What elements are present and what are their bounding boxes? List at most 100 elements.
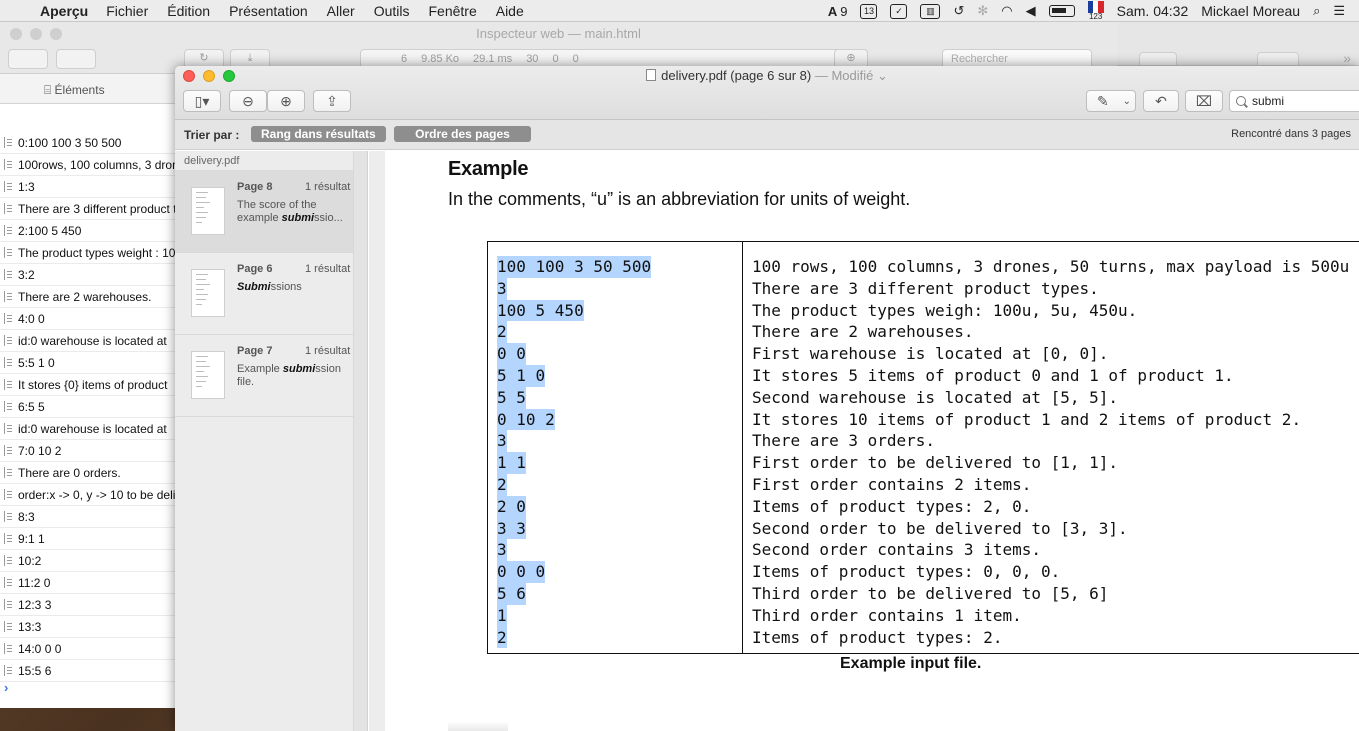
console-line[interactable]: 0:100 100 3 50 500: [0, 132, 180, 154]
menu-aide[interactable]: Aide: [496, 3, 524, 19]
volume-icon[interactable]: ◀: [1026, 3, 1036, 19]
dock-bottom-button[interactable]: [56, 49, 96, 69]
page-thumbnail[interactable]: [191, 351, 225, 399]
inspector-tag-button[interactable]: [1139, 52, 1177, 66]
console-line[interactable]: 11:2 0: [0, 572, 180, 594]
tasks-check-icon[interactable]: ✓: [890, 3, 908, 19]
sort-by-rank-button[interactable]: Rang dans résultats: [251, 126, 386, 142]
notification-center-icon[interactable]: ☰: [1333, 3, 1345, 19]
selected-input-text[interactable]: 2 0: [497, 495, 526, 518]
wifi-icon[interactable]: ◠: [1001, 3, 1012, 19]
zoom-in-button[interactable]: ⊕: [267, 90, 305, 112]
selected-input-text[interactable]: 2: [497, 626, 507, 649]
rotate-button[interactable]: ↶: [1143, 90, 1179, 112]
selected-input-text[interactable]: 5 5: [497, 386, 526, 409]
console-line[interactable]: There are 2 warehouses.: [0, 286, 180, 308]
selected-input-text[interactable]: 0 0 0: [497, 561, 546, 583]
search-result-item[interactable]: Page 7 1 résultat Example submission file.: [175, 335, 353, 417]
console-line[interactable]: 9:1 1: [0, 528, 180, 550]
console-line[interactable]: order:x -> 0, y -> 10 to be delivered: [0, 484, 180, 506]
selected-input-text[interactable]: 1: [497, 604, 507, 627]
menu-app-name[interactable]: Aperçu: [40, 3, 88, 19]
selected-input-text[interactable]: 2: [497, 321, 507, 344]
adobe-status[interactable]: A9: [828, 4, 848, 19]
console-line[interactable]: 13:3: [0, 616, 180, 638]
modified-status[interactable]: — Modifié: [815, 68, 874, 83]
comment-line: Second order contains 3 items.: [752, 540, 1041, 560]
dock-side-button[interactable]: [8, 49, 48, 69]
spotlight-search-icon[interactable]: ⌕: [1313, 3, 1320, 19]
selected-input-text[interactable]: 3: [497, 277, 507, 300]
adobe-icon: A: [827, 3, 838, 19]
menu-fenetre[interactable]: Fenêtre: [428, 3, 476, 19]
console-line[interactable]: It stores {0} items of product: [0, 374, 180, 396]
selected-input-text[interactable]: 0 10 2: [497, 408, 555, 431]
page-thumbnail[interactable]: [191, 187, 225, 235]
chevron-down-icon[interactable]: ⌄: [873, 68, 888, 83]
log-entry-icon: [4, 423, 14, 434]
inspector-close-button[interactable]: [10, 28, 22, 40]
tab-elements[interactable]: ⌸ Éléments: [44, 83, 105, 98]
selected-input-text[interactable]: 100 100 3 50 500: [497, 256, 652, 278]
battery-icon[interactable]: [1048, 5, 1075, 17]
search-result-item[interactable]: Page 8 1 résultat The score of the example…: [175, 171, 367, 253]
console-line[interactable]: 10:2: [0, 550, 180, 572]
selected-input-text[interactable]: 2: [497, 473, 507, 496]
page-thumbnail[interactable]: [191, 269, 225, 317]
markup-chevron-icon[interactable]: ⌄: [1123, 96, 1131, 107]
menu-edition[interactable]: Édition: [167, 3, 210, 19]
share-button[interactable]: ⇪: [313, 90, 351, 112]
console-line[interactable]: 15:5 6: [0, 660, 180, 682]
menu-aller[interactable]: Aller: [327, 3, 355, 19]
console-line[interactable]: 5:5 1 0: [0, 352, 180, 374]
bluetooth-icon[interactable]: ✻: [977, 3, 988, 19]
console-line[interactable]: 8:3: [0, 506, 180, 528]
sidebar-toggle-button[interactable]: ▯▾: [183, 90, 221, 112]
console-line[interactable]: There are 0 orders.: [0, 462, 180, 484]
console-line[interactable]: 7:0 10 2: [0, 440, 180, 462]
sort-by-page-button[interactable]: Ordre des pages: [394, 126, 531, 142]
console-line-text: 6:5 5: [18, 399, 45, 414]
console-line[interactable]: 1:3: [0, 176, 180, 198]
console-line[interactable]: 2:100 5 450: [0, 220, 180, 242]
inspector-minimize-button[interactable]: [30, 28, 42, 40]
user-name[interactable]: Mickael Moreau: [1201, 3, 1300, 19]
clock[interactable]: Sam. 04:32: [1117, 3, 1189, 19]
chevron-right-icon[interactable]: »: [1343, 50, 1351, 66]
zoom-out-button[interactable]: ⊖: [229, 90, 267, 112]
console-line[interactable]: 14:0 0 0: [0, 638, 180, 660]
console-line[interactable]: 100rows, 100 columns, 3 drones: [0, 154, 180, 176]
console-line[interactable]: There are 3 different product types: [0, 198, 180, 220]
menu-outils[interactable]: Outils: [374, 3, 410, 19]
time-machine-icon[interactable]: ↺: [953, 3, 964, 19]
pdf-search-field[interactable]: submi: [1229, 90, 1359, 112]
selected-input-text[interactable]: 100 5 450: [497, 299, 584, 322]
selected-input-text[interactable]: 5 1 0: [497, 364, 546, 387]
inspector-eye-button[interactable]: [1257, 52, 1299, 66]
selected-input-text[interactable]: 0 0: [497, 343, 526, 365]
memory-icon[interactable]: ▥: [920, 3, 941, 19]
console-line[interactable]: 3:2: [0, 264, 180, 286]
console-line[interactable]: The product types weight : 100, 5, 450: [0, 242, 180, 264]
input-source[interactable]: 123: [1087, 1, 1104, 21]
selected-input-text[interactable]: 3: [497, 430, 507, 453]
log-entry-icon: [4, 225, 14, 236]
menu-presentation[interactable]: Présentation: [229, 3, 308, 19]
markup-button[interactable]: ✎ ⌄: [1086, 90, 1136, 112]
console-line[interactable]: id:0 warehouse is located at: [0, 330, 180, 352]
selected-input-text[interactable]: 3: [497, 539, 507, 562]
console-line[interactable]: 6:5 5: [0, 396, 180, 418]
console-line[interactable]: 12:3 3: [0, 594, 180, 616]
console-line[interactable]: 4:0 0: [0, 308, 180, 330]
selected-input-text[interactable]: 3 3: [497, 517, 526, 540]
sidebar-scrollbar[interactable]: [353, 151, 367, 731]
menu-fichier[interactable]: Fichier: [106, 3, 148, 19]
calendar-icon[interactable]: 13: [860, 3, 878, 19]
inspector-zoom-button[interactable]: [50, 28, 62, 40]
selected-input-text[interactable]: 1 1: [497, 452, 526, 474]
selected-input-text[interactable]: 5 6: [497, 582, 526, 605]
toolbox-button[interactable]: ⌧: [1185, 90, 1223, 112]
console-prompt[interactable]: ›: [4, 680, 8, 695]
search-result-item[interactable]: Page 6 1 résultat Submissions: [175, 253, 353, 335]
console-line[interactable]: id:0 warehouse is located at: [0, 418, 180, 440]
